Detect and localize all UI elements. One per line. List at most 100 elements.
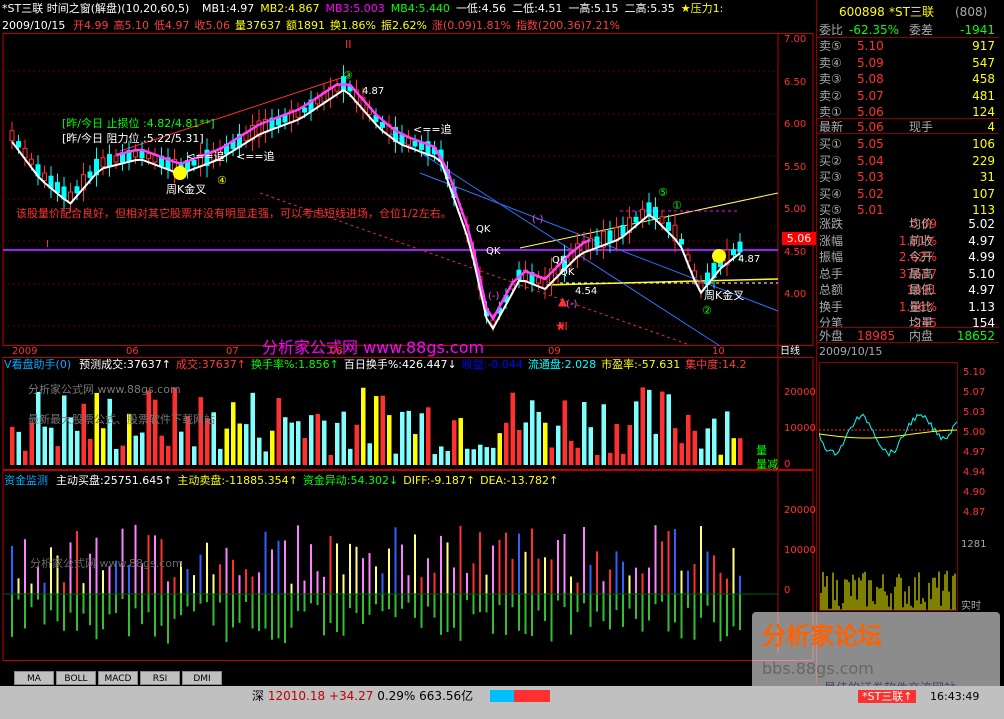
indicator-tabs: MA BOLL MACD RSI DMI bbox=[14, 671, 224, 685]
wave-minus-b: (-) bbox=[532, 214, 544, 225]
ma-value-8: ★压力1: bbox=[680, 2, 724, 15]
candle-body bbox=[412, 140, 418, 147]
vol-item-2: 换手率%:1.856↑ bbox=[250, 358, 339, 371]
price-tick-6: 4.00 bbox=[784, 289, 807, 300]
price-tick-3: 5.50 bbox=[784, 161, 807, 173]
volume-bar bbox=[692, 430, 697, 465]
resistance-text: [昨/今日 阻力位 :5.22/5.31] bbox=[62, 132, 204, 145]
index-ticker[interactable]: 深 12010.18 +34.27 0.29% 663.56亿 bbox=[252, 690, 473, 703]
forum-url: bbs.88gs.com bbox=[762, 659, 874, 678]
star-icon: ★ bbox=[555, 319, 566, 333]
volume-bar bbox=[731, 438, 736, 465]
ma-value-5: 二低:4.51 bbox=[512, 2, 563, 15]
fund-item-0: 主动买盘:25751.645↑ bbox=[56, 474, 173, 487]
wave-label-1: ① bbox=[672, 199, 682, 212]
fund-item-1: 主动卖盘:-11885.354↑ bbox=[177, 474, 298, 487]
index-percent: 0.29% bbox=[377, 689, 416, 703]
intraday-mini-chart bbox=[819, 362, 958, 611]
volume-bar bbox=[523, 422, 528, 465]
chase-signal-1: <==追 bbox=[186, 149, 225, 163]
volume-bar bbox=[55, 446, 60, 465]
volume-bar bbox=[283, 417, 288, 465]
volume-bar bbox=[36, 391, 41, 465]
vol-axis: 200000 100000 0 bbox=[782, 358, 822, 470]
date-tick-3: 08 bbox=[330, 346, 343, 357]
volume-bar bbox=[16, 431, 21, 465]
volume-bar bbox=[458, 418, 463, 465]
stat-row-2: 振幅 2.62% 今开 4.99 bbox=[819, 250, 995, 264]
vol-item-3: 百日换手%:426.447↓ bbox=[343, 358, 457, 371]
weekly-golden-cross-1: 周K金叉 bbox=[166, 182, 206, 196]
volume-bar bbox=[354, 424, 359, 465]
fund-watermark: 分析家公式网 www.88gs.com bbox=[30, 557, 183, 570]
vol-indicator-name[interactable]: V看盘助手(0) bbox=[4, 358, 71, 371]
breadth-bar bbox=[490, 690, 550, 702]
volume-bar bbox=[699, 448, 704, 465]
weekly-golden-cross-2: 周K金叉 bbox=[704, 288, 744, 302]
volume-bar bbox=[250, 392, 255, 465]
candle-body bbox=[133, 150, 138, 158]
volume-bar bbox=[387, 415, 392, 465]
wave-minus-a: (-) bbox=[488, 291, 500, 302]
volume-bar bbox=[146, 390, 151, 465]
candle-body bbox=[620, 224, 626, 237]
volume-bar bbox=[705, 428, 710, 465]
price-tick-4: 5.00 bbox=[784, 204, 807, 215]
volume-bar bbox=[478, 444, 483, 465]
weicha-value: -1941 bbox=[960, 23, 995, 37]
wave-label-2: ② bbox=[702, 304, 712, 317]
volume-bar bbox=[471, 449, 476, 465]
price-tick-1: 6.50 bbox=[784, 76, 807, 88]
sell-row-price: 5.09 bbox=[857, 55, 884, 70]
volume-bar bbox=[608, 452, 613, 465]
bar-date: 2009/10/15 bbox=[2, 19, 66, 32]
volume-bar bbox=[244, 424, 249, 465]
ma-value-4: 一低:4.56 bbox=[455, 2, 507, 15]
downtrend-line-blue bbox=[389, 132, 721, 347]
sell-row-0: 卖⑤ 5.10 917 bbox=[819, 39, 995, 53]
sell-row-volume: 547 bbox=[972, 55, 995, 70]
volume-bars bbox=[10, 387, 743, 465]
fund-bars bbox=[11, 524, 741, 644]
value-label-454: 4.54 bbox=[575, 286, 597, 297]
volume-bar bbox=[133, 435, 138, 465]
mini-chart-axis: 5.10 5.07 5.03 5.00 4.97 4.94 4.90 4.87 bbox=[961, 362, 1001, 518]
volume-bar bbox=[231, 402, 236, 465]
volume-bar bbox=[257, 437, 262, 465]
sell-row-volume: 917 bbox=[972, 39, 995, 53]
stock-tab[interactable]: *ST三联↑ bbox=[858, 690, 917, 703]
stock-name: *ST三联 bbox=[889, 5, 934, 19]
volume-bar bbox=[582, 402, 587, 465]
neipan-value: 18652 bbox=[956, 329, 995, 343]
tab-rsi[interactable]: RSI bbox=[140, 671, 180, 685]
candle-body bbox=[679, 239, 684, 245]
tab-ma[interactable]: MA bbox=[14, 671, 54, 685]
volume-bar bbox=[400, 411, 405, 465]
tab-boll[interactable]: BOLL bbox=[56, 671, 96, 685]
sell-row-price: 5.07 bbox=[857, 88, 884, 103]
tab-dmi[interactable]: DMI bbox=[182, 671, 222, 685]
volume-bar bbox=[380, 395, 385, 465]
volume-bar bbox=[679, 443, 684, 465]
volume-bar bbox=[601, 404, 606, 465]
mini-tick-4: 4.97 bbox=[963, 447, 986, 458]
tab-macd[interactable]: MACD bbox=[98, 671, 138, 685]
value-label-487: 4.87 bbox=[738, 254, 760, 265]
candle-body bbox=[594, 236, 600, 247]
current-price-tag: 5.06 bbox=[782, 232, 816, 245]
wave-label-4: ④ bbox=[217, 174, 227, 187]
ohlc-value-3: 收5.06 bbox=[194, 19, 231, 32]
sell-row-price: 5.10 bbox=[857, 39, 884, 53]
vol-side-label-2: 量减 bbox=[756, 458, 778, 471]
buy-row-volume: 31 bbox=[979, 170, 995, 184]
candle-body bbox=[29, 158, 34, 165]
volume-bar bbox=[159, 435, 164, 465]
volume-bar bbox=[666, 394, 671, 465]
smiley-icon bbox=[173, 166, 187, 180]
date-tick-0: 2009 bbox=[12, 346, 38, 357]
mini-tick-0: 5.10 bbox=[963, 367, 986, 378]
candle-body bbox=[302, 107, 307, 113]
volume-bar bbox=[393, 453, 398, 465]
fund-indicator-name[interactable]: 资金监测 bbox=[4, 474, 48, 487]
volume-bar bbox=[627, 424, 632, 465]
